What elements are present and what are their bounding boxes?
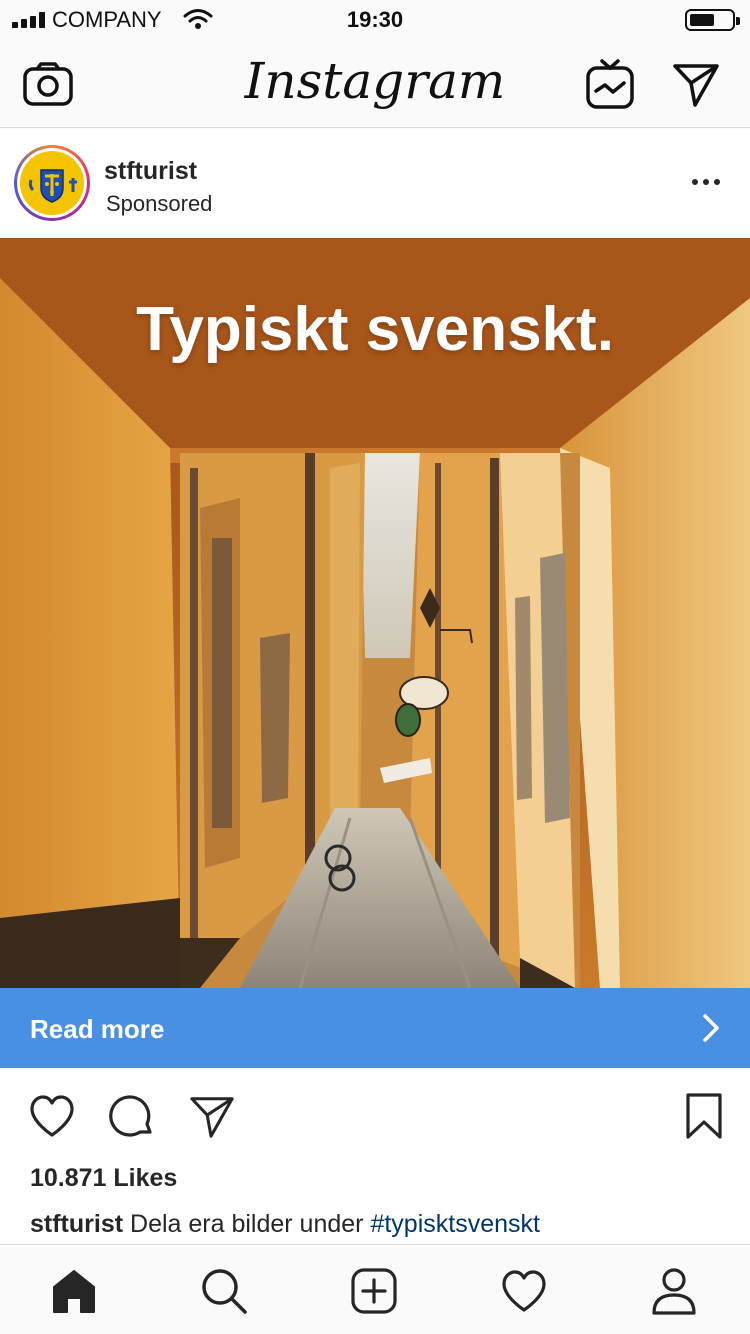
caption-username[interactable]: stfturist [30, 1210, 123, 1238]
caption-text: Dela era bilder under [123, 1210, 371, 1238]
post-header: stfturist Sponsored [0, 129, 750, 237]
read-more-label: Read more [30, 1014, 165, 1044]
battery-icon [685, 9, 740, 31]
bottom-tab-bar [0, 1244, 750, 1334]
clock: 19:30 [346, 7, 404, 32]
activity-icon[interactable] [494, 1261, 554, 1321]
likes-count[interactable]: 10.871 Likes [30, 1164, 177, 1193]
top-nav: Instagram [0, 40, 750, 128]
read-more-button[interactable]: Read more [0, 988, 750, 1068]
stf-logo-icon [20, 151, 84, 215]
profile-icon[interactable] [644, 1261, 704, 1321]
ad-headline: Typiskt svenskt. [136, 295, 614, 364]
caption-hashtag[interactable]: #typisktsvenskt [370, 1210, 540, 1238]
status-bar: COMPANY 19:30 [0, 0, 750, 40]
heart-icon[interactable] [24, 1088, 80, 1144]
avatar[interactable] [14, 145, 90, 221]
post-caption: stfturist Dela era bilder under #typiskt… [30, 1210, 540, 1239]
chevron-right-icon [700, 1012, 722, 1049]
search-icon[interactable] [194, 1261, 254, 1321]
sponsored-label: Sponsored [106, 191, 213, 216]
post-actions [0, 1068, 750, 1168]
post-username[interactable]: stfturist [104, 157, 197, 186]
home-icon[interactable] [44, 1261, 104, 1321]
new-post-icon[interactable] [344, 1261, 404, 1321]
more-options-icon[interactable] [686, 167, 726, 197]
comment-icon[interactable] [104, 1088, 160, 1144]
post-image[interactable]: Typiskt svenskt. [0, 238, 750, 988]
direct-message-icon[interactable] [668, 56, 724, 112]
bookmark-icon[interactable] [676, 1088, 732, 1144]
igtv-icon[interactable] [582, 56, 638, 112]
share-icon[interactable] [184, 1088, 240, 1144]
